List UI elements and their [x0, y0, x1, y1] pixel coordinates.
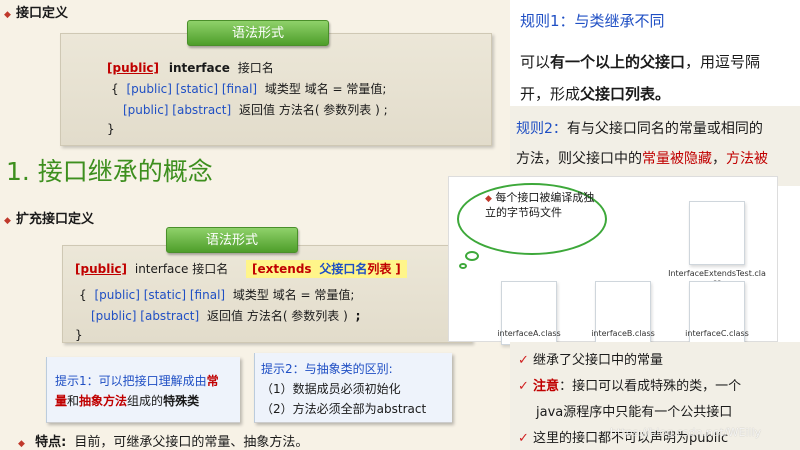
list-word: 列表	[367, 262, 392, 276]
rule1-b: 有一个以上的父接口	[550, 53, 686, 71]
method-decl: 返回值 方法名( 参数列表 ) ;	[239, 103, 388, 117]
heading-label: 接口定义	[16, 6, 69, 21]
field-decl: 域类型 域名 = 常量值;	[264, 82, 387, 96]
bullet-icon: ◆	[18, 439, 25, 449]
code-line-1: [public] interface 接口名	[107, 59, 274, 76]
public-keyword: [public]	[75, 262, 128, 276]
bullet-icon: ◆	[485, 194, 492, 204]
extends-clause: [extends 父接口名列表 ]	[246, 260, 407, 278]
method-decl: 返回值 方法名( 参数列表 )	[207, 309, 348, 323]
code-line-2: { [public] [static] [final] 域类型 域名 = 常量值…	[79, 286, 354, 303]
semicolon: ;	[355, 309, 361, 323]
open-brace: {	[79, 288, 87, 302]
public-keyword: [public]	[107, 61, 160, 75]
feature-line: ◆ 特点: 目前，可继承父接口的常量、抽象方法。	[18, 431, 308, 450]
interface-keyword: interface	[168, 61, 230, 75]
tip1-box: 提示1：可以把接口理解成由常 量和抽象方法组成的特殊类	[46, 357, 240, 423]
tip1-special: 特殊类	[163, 394, 200, 408]
rule1-title: 规则1：与类继承不同	[520, 8, 665, 34]
check-item: ✓ 继承了父接口中的常量	[518, 348, 800, 374]
cloud-tail	[465, 251, 479, 261]
rule2-c: 常量被隐藏	[642, 151, 712, 167]
heading-interface-def: ◆ 接口定义	[4, 2, 68, 21]
cloud-text-label: 每个接口被编译成独立的字节码文件	[485, 191, 595, 219]
parent-name: 父接口名	[319, 262, 368, 276]
extends-close: ]	[395, 262, 401, 276]
bullet-icon: ◆	[4, 216, 11, 226]
rule1-panel: 规则1：与类继承不同 可以有一个以上的父接口，用逗号隔 开，形成父接口列表。	[510, 0, 800, 106]
rule1-title-text: 规则1：与类继承不同	[520, 12, 665, 30]
code-line-1: [public] interface 接口名 [extends 父接口名列表 ]	[75, 260, 407, 278]
code-line-3: [public] [abstract] 返回值 方法名( 参数列表 ) ;	[123, 101, 388, 118]
check2-cont: java源程序中只能有一个公共接口	[536, 405, 733, 420]
rule1-a: 可以	[520, 53, 551, 71]
open-brace: {	[111, 82, 119, 96]
syntax-box-1: [public] interface 接口名 { [public] [stati…	[60, 33, 492, 146]
watermark: https://blog.csdn.net/WEilly	[610, 426, 762, 439]
tip2-item2: （2）方法必须全部为abstract	[261, 402, 427, 416]
tip1-abstract: 抽象方法	[79, 394, 128, 408]
file-label: interfaceC.class	[685, 329, 749, 338]
close-brace: }	[75, 328, 83, 342]
interface-name: 接口名	[237, 61, 274, 75]
file-icon	[689, 201, 745, 265]
field-modifiers: [public] [static] [final]	[94, 288, 226, 302]
syntax-label-1: 语法形式	[187, 20, 329, 46]
tip2-title: 提示2：与抽象类的区别:	[261, 362, 393, 376]
check2-text: ：接口可以看成特殊的类，一个	[559, 379, 742, 394]
rule2-b: 方法，则父接口中的	[516, 151, 642, 167]
tip1-const: 量	[55, 394, 68, 408]
code-line-2: { [public] [static] [final] 域类型 域名 = 常量值…	[111, 80, 386, 97]
extends-keyword: [extends	[252, 262, 312, 276]
close-brace: }	[107, 122, 115, 136]
tip1-const: 常	[206, 374, 219, 388]
rule2-title: 规则2：	[516, 121, 567, 137]
heading-extend-def: ◆ 扩充接口定义	[4, 208, 94, 227]
field-decl: 域类型 域名 = 常量值;	[232, 288, 355, 302]
cloud-tail-small	[459, 263, 467, 269]
rule2-e: 方法被	[726, 151, 768, 167]
file-label: interfaceB.class	[591, 329, 655, 338]
syntax-box-2: [public] interface 接口名 [extends 父接口名列表 ]…	[62, 245, 472, 343]
syntax-label-2: 语法形式	[166, 227, 298, 253]
rule2-d: ，	[712, 151, 726, 167]
bullet-icon: ◆	[4, 10, 11, 20]
rule2-a: 有与父接口同名的常量或相同的	[566, 121, 763, 137]
method-modifiers: [public] [abstract]	[91, 309, 200, 323]
rule2-body: 规则2：有与父接口同名的常量或相同的 方法，则父接口中的常量被隐藏，方法被	[516, 114, 800, 174]
tip1-mid: 组成的	[127, 394, 164, 408]
check-icon: ✓	[518, 431, 529, 446]
tip2-item1: （1）数据成员必须初始化	[261, 382, 401, 396]
field-modifiers: [public] [static] [final]	[126, 82, 258, 96]
feature-text: 目前，可继承父接口的常量、抽象方法。	[74, 435, 309, 450]
feature-label: 特点:	[35, 435, 67, 450]
code-line-3: [public] [abstract] 返回值 方法名( 参数列表 ) ;	[91, 307, 360, 324]
rule2-panel: 规则2：有与父接口同名的常量或相同的 方法，则父接口中的常量被隐藏，方法被	[510, 106, 800, 186]
cloud-text: ◆ 每个接口被编译成独立的字节码文件	[485, 191, 595, 220]
heading-label: 扩充接口定义	[16, 212, 95, 227]
checks-panel: ✓ 继承了父接口中的常量 ✓ 注意：接口可以看成特殊的类，一个 java源程序中…	[510, 342, 800, 450]
check-icon: ✓	[518, 379, 529, 394]
tip1-and: 和	[67, 394, 80, 408]
rule1-body: 可以有一个以上的父接口，用逗号隔 开，形成父接口列表。	[520, 46, 760, 110]
interface-decl: interface 接口名	[134, 262, 229, 276]
rule1-c: ，用逗号隔	[685, 53, 761, 71]
check2-label: 注意	[533, 379, 560, 394]
section-title: 1. 接口继承的概念	[6, 157, 213, 186]
tip1-prefix: 提示1：可以把接口理解成由	[55, 374, 207, 388]
tip2-box: 提示2：与抽象类的区别: （1）数据成员必须初始化 （2）方法必须全部为abst…	[254, 353, 452, 423]
check-icon: ✓	[518, 353, 529, 368]
file-label: interfaceA.class	[497, 329, 561, 338]
check1-text: 继承了父接口中的常量	[533, 353, 664, 368]
method-modifiers: [public] [abstract]	[123, 103, 232, 117]
files-panel: ◆ 每个接口被编译成独立的字节码文件 InterfaceExtendsTest.…	[448, 176, 778, 345]
check-item: ✓ 注意：接口可以看成特殊的类，一个	[518, 374, 800, 400]
rule1-d: 开，形成	[520, 85, 581, 103]
rule1-e: 父接口列表。	[580, 85, 671, 103]
